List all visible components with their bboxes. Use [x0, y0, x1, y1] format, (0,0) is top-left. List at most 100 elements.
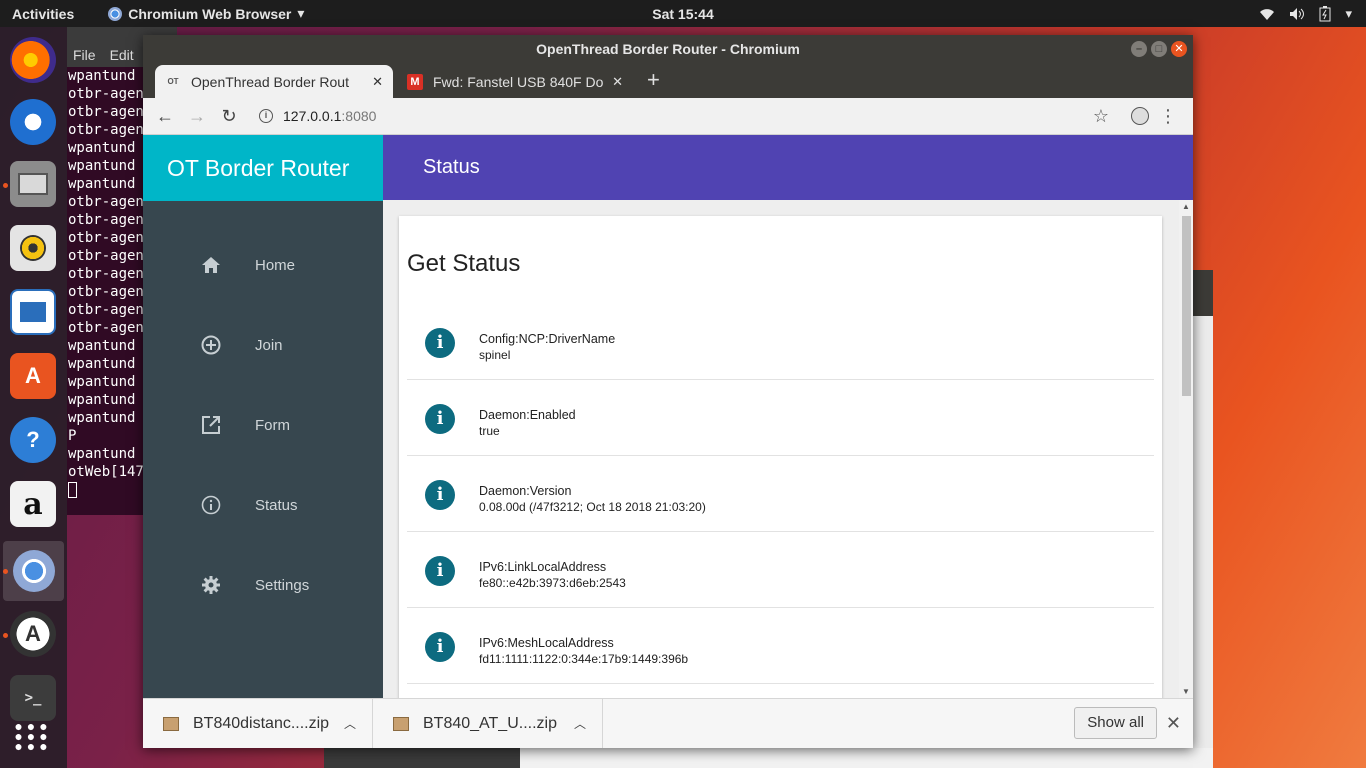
updater-icon[interactable]: A: [10, 611, 56, 657]
scroll-up-arrow-icon[interactable]: ▲: [1182, 202, 1190, 211]
url-port: :8080: [341, 108, 377, 124]
info-icon: i: [425, 632, 455, 662]
main-content[interactable]: Get Status i Config:NCP:DriverName spine…: [383, 200, 1193, 698]
nav-item-home[interactable]: Home: [143, 235, 383, 295]
menu-kebab-icon[interactable]: ⋮: [1159, 106, 1177, 127]
download-shelf: BT840distanc....zip ︿ BT840_AT_U....zip …: [143, 698, 1193, 748]
volume-icon: [1290, 7, 1305, 20]
tab-title: Fwd: Fanstel USB 840F Do: [433, 73, 604, 90]
background-window-titlebar[interactable]: [1193, 270, 1213, 316]
close-icon[interactable]: ✕: [1166, 713, 1181, 734]
gnome-top-bar: Activities Chromium Web Browser ▾ Sat 15…: [0, 0, 1366, 27]
home-icon: [199, 253, 223, 277]
app-menu[interactable]: Chromium Web Browser ▾: [108, 5, 304, 22]
help-icon[interactable]: ?: [10, 417, 56, 463]
new-tab-button[interactable]: +: [647, 69, 660, 91]
window-controls: – □ ✕: [1131, 41, 1187, 57]
rhythmbox-icon[interactable]: [10, 225, 56, 271]
window-titlebar[interactable]: OpenThread Border Router - Chromium – □ …: [143, 35, 1193, 63]
archive-icon: [163, 716, 179, 731]
chromium-icon[interactable]: [3, 541, 64, 601]
window-title: OpenThread Border Router - Chromium: [536, 41, 800, 57]
system-tray[interactable]: ▾: [1259, 5, 1352, 22]
background-window[interactable]: [1193, 270, 1213, 768]
gmail-favicon-icon: M: [407, 73, 423, 90]
status-card: Get Status i Config:NCP:DriverName spine…: [399, 216, 1162, 698]
site-info-icon[interactable]: i: [259, 109, 273, 123]
info-icon: i: [425, 480, 455, 510]
show-all-button[interactable]: Show all: [1074, 707, 1157, 739]
nav-label: Form: [255, 416, 290, 434]
status-value: fe80::e42b:3973:d6eb:2543: [479, 576, 626, 590]
bookmark-star-icon[interactable]: ☆: [1093, 106, 1109, 127]
status-key: IPv6:MeshLocalAddress: [479, 636, 614, 650]
chevron-up-icon[interactable]: ︿: [344, 715, 356, 732]
page-scrollbar[interactable]: ▲ ▼: [1179, 200, 1193, 698]
add-circle-icon: [199, 333, 223, 357]
firefox-icon[interactable]: [10, 37, 56, 83]
status-key: IPv6:LinkLocalAddress: [479, 560, 607, 574]
software-center-icon[interactable]: A: [10, 353, 56, 399]
amazon-icon[interactable]: a: [10, 481, 56, 527]
wifi-icon: [1260, 8, 1275, 20]
nav-label: Join: [255, 336, 283, 354]
brand-title: OT Border Router: [143, 135, 383, 201]
close-icon[interactable]: ✕: [1171, 41, 1187, 57]
chromium-small-icon: [108, 6, 123, 21]
thunderbird-icon[interactable]: [10, 99, 56, 145]
chevron-up-icon[interactable]: ︿: [574, 715, 586, 732]
tab-gmail[interactable]: M Fwd: Fanstel USB 840F Do ✕: [397, 65, 633, 98]
status-key: Config:NCP:DriverName: [479, 332, 616, 346]
activities-button[interactable]: Activities: [12, 6, 74, 22]
app-menu-label: Chromium Web Browser: [128, 5, 292, 22]
running-indicator: [3, 569, 8, 574]
info-icon: i: [425, 404, 455, 434]
scroll-thumb[interactable]: [1182, 216, 1191, 396]
status-row: i Daemon:Enabled true: [407, 380, 1154, 456]
maximize-icon[interactable]: □: [1151, 41, 1167, 57]
side-navigation: Home Join Form Status Settings: [143, 201, 383, 698]
profile-avatar[interactable]: [1131, 107, 1149, 125]
writer-icon[interactable]: [10, 289, 56, 335]
info-icon: i: [425, 556, 455, 586]
menu-file[interactable]: File: [73, 47, 96, 63]
nav-item-form[interactable]: Form: [143, 395, 383, 455]
caret-down-icon: ▾: [297, 5, 305, 21]
address-bar[interactable]: i 127.0.0.1:8080: [259, 108, 376, 124]
archive-icon: [393, 716, 409, 731]
download-item[interactable]: BT840_AT_U....zip ︿: [373, 698, 603, 748]
minimize-icon[interactable]: –: [1131, 41, 1147, 57]
app-grid-icon[interactable]: ●●● ●●● ●●●: [10, 713, 56, 759]
back-button[interactable]: ←: [149, 106, 181, 127]
dock: A ? a A >_ ●●● ●●● ●●●: [0, 27, 67, 768]
status-value: fd11:1111:1122:0:344e:17b9:1449:396b: [479, 652, 689, 666]
info-icon: i: [425, 328, 455, 358]
menu-edit[interactable]: Edit: [110, 47, 134, 63]
card-title: Get Status: [407, 250, 521, 277]
tab-close-icon[interactable]: ✕: [372, 74, 383, 90]
battery-icon: [1319, 5, 1331, 21]
files-icon[interactable]: [10, 161, 56, 207]
nav-item-join[interactable]: Join: [143, 315, 383, 375]
nav-item-status[interactable]: Status: [143, 475, 383, 535]
background-window[interactable]: [520, 748, 1213, 768]
running-indicator: [3, 633, 8, 638]
open-in-new-icon: [199, 413, 223, 437]
tab-close-icon[interactable]: ✕: [612, 74, 623, 90]
url-host: 127.0.0.1: [283, 108, 342, 124]
status-key: Daemon:Version: [479, 484, 572, 498]
status-row: i IPv6:LinkLocalAddress fe80::e42b:3973:…: [407, 532, 1154, 608]
tab-openthread[interactable]: OT OpenThread Border Rout ✕: [155, 65, 393, 98]
chromium-window: OpenThread Border Router - Chromium – □ …: [143, 35, 1193, 748]
scroll-down-arrow-icon[interactable]: ▼: [1182, 687, 1190, 696]
ot-favicon-icon: OT: [167, 77, 179, 86]
nav-item-settings[interactable]: Settings: [143, 555, 383, 615]
download-item[interactable]: BT840distanc....zip ︿: [143, 698, 373, 748]
forward-button[interactable]: →: [181, 106, 213, 127]
reload-button[interactable]: ↻: [213, 106, 245, 127]
page-title: Status: [383, 135, 1193, 200]
running-indicator: [3, 183, 8, 188]
clock[interactable]: Sat 15:44: [652, 6, 713, 22]
background-window[interactable]: [324, 748, 520, 768]
download-filename: BT840distanc....zip: [193, 714, 330, 732]
